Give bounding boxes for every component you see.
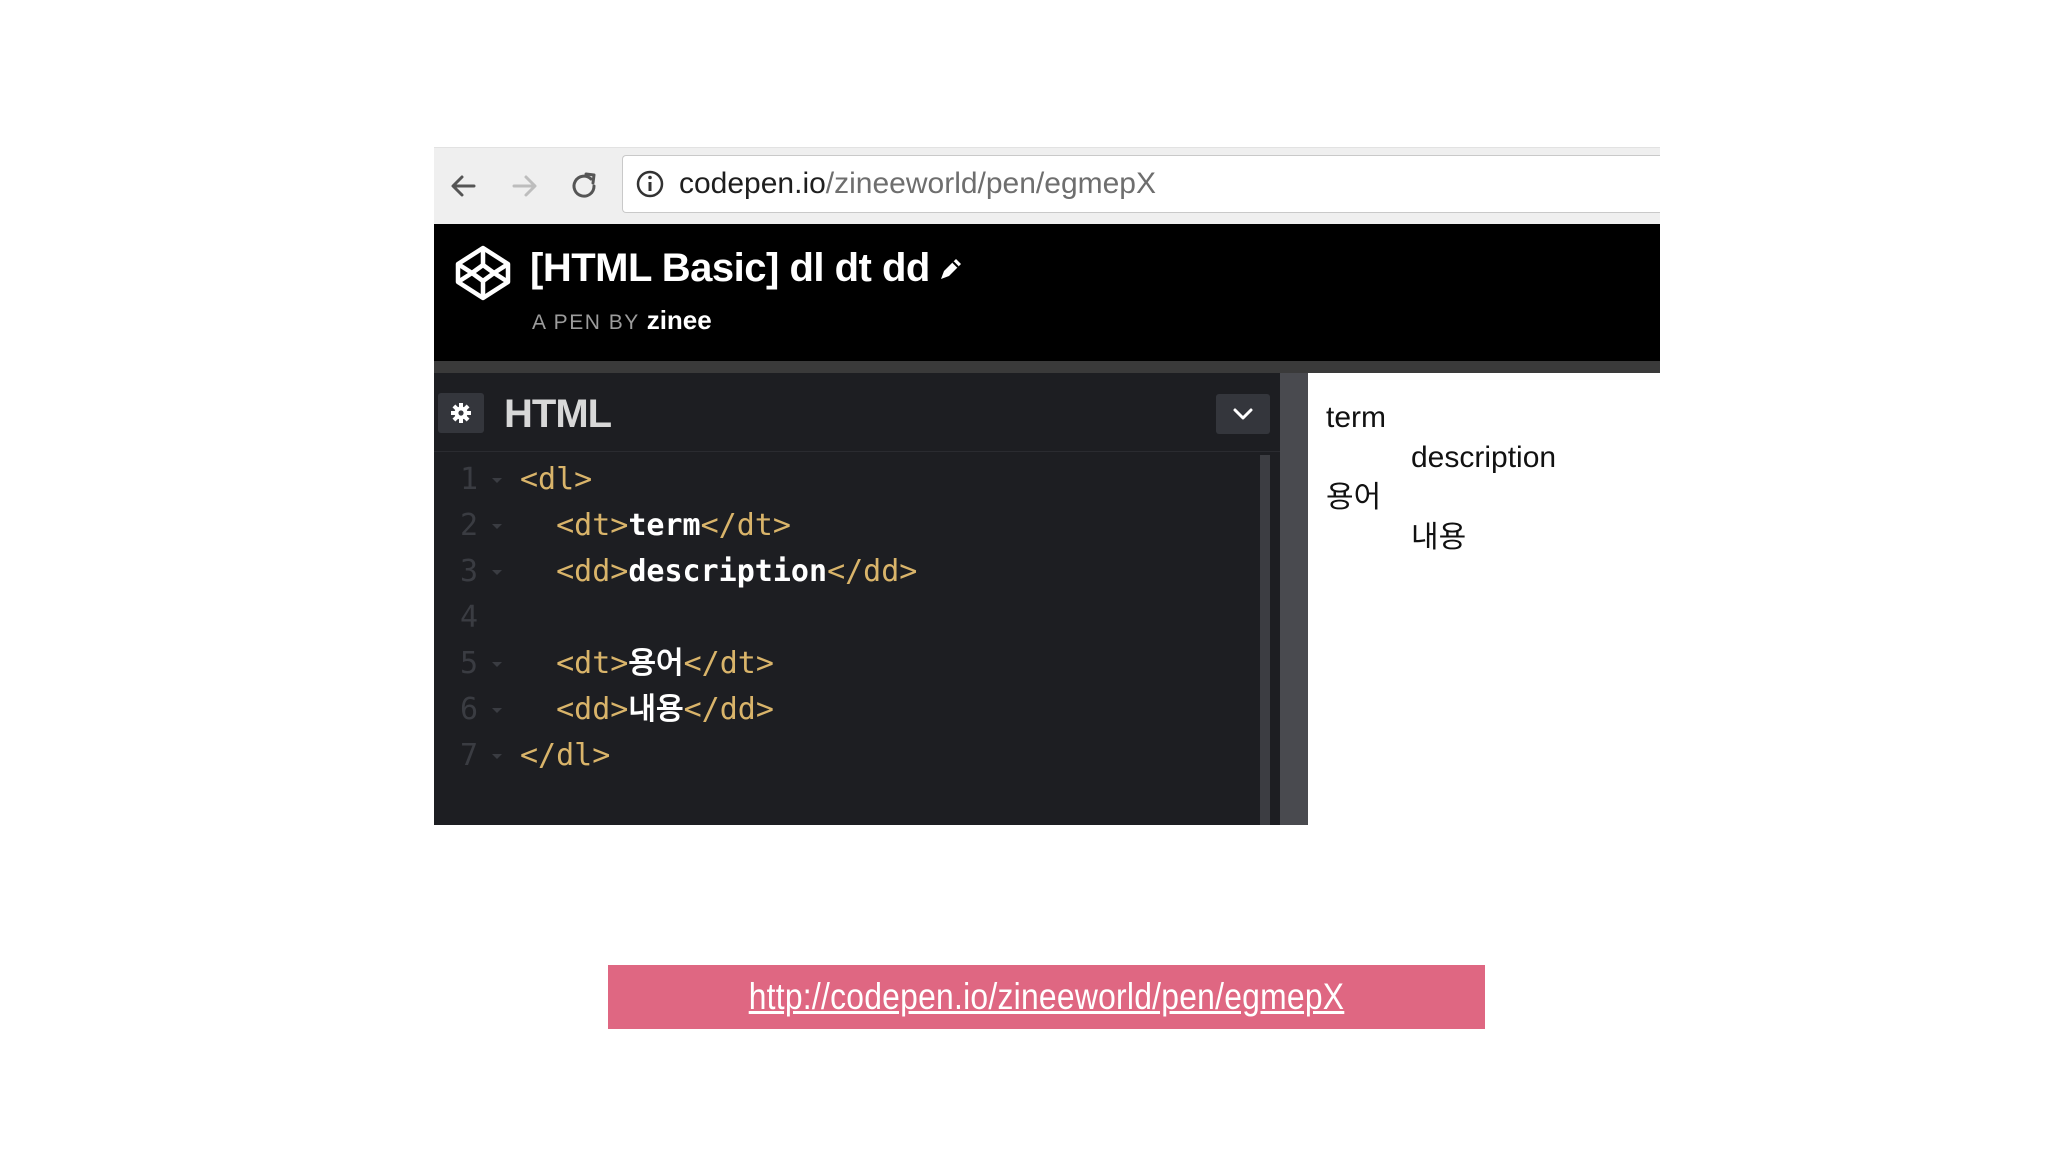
code-tag: <dt> bbox=[556, 508, 629, 543]
fold-arrow-icon[interactable] bbox=[490, 522, 504, 532]
reload-icon[interactable] bbox=[564, 166, 604, 206]
code-line[interactable]: 5 <dt>용어</dt> bbox=[434, 641, 1264, 687]
code-line[interactable]: 4 bbox=[434, 595, 1264, 641]
code-content: <dd>description</dd> bbox=[520, 549, 917, 595]
code-area[interactable]: 1 <dl> 2 <dt>term</dt> 3 <dd>description</d… bbox=[434, 457, 1264, 825]
code-content: </dl> bbox=[520, 733, 610, 779]
pen-url-link[interactable]: http://codepen.io/zineeworld/pen/egmepX bbox=[669, 976, 1423, 1018]
editor-title: HTML bbox=[504, 392, 612, 436]
line-number: 7 bbox=[460, 738, 479, 773]
code-tag: <dt> bbox=[556, 646, 629, 681]
code-tag: </dd> bbox=[683, 692, 774, 727]
code-content: <dt>용어</dt> bbox=[520, 641, 774, 687]
code-tag: </dd> bbox=[827, 554, 918, 589]
url-path: /zineeworld/pen/egmepX bbox=[825, 167, 1157, 200]
code-text: term bbox=[628, 508, 701, 543]
info-icon[interactable] bbox=[635, 169, 665, 204]
pen-author-link[interactable]: zinee bbox=[647, 305, 712, 335]
pen-title[interactable]: [HTML Basic] dl dt dd bbox=[530, 244, 930, 292]
line-number: 5 bbox=[460, 646, 479, 681]
url-domain: codepen.io bbox=[679, 167, 826, 200]
code-line[interactable]: 1 <dl> bbox=[434, 457, 1264, 503]
url-text: codepen.io/zineeworld/pen/egmepX bbox=[679, 168, 1156, 200]
code-content: <dt>term</dt> bbox=[520, 503, 791, 549]
preview-term: 용어 bbox=[1326, 481, 1382, 514]
code-content: <dd>내용</dd> bbox=[520, 687, 774, 733]
editor-header: HTML bbox=[434, 373, 1280, 452]
editor-scrollbar[interactable] bbox=[1260, 455, 1270, 825]
fold-arrow-icon[interactable] bbox=[490, 706, 504, 716]
code-tag: <dl> bbox=[520, 462, 593, 497]
line-number: 3 bbox=[460, 554, 479, 589]
fold-arrow-icon[interactable] bbox=[490, 476, 504, 486]
line-number: 2 bbox=[460, 508, 479, 543]
code-tag: </dt> bbox=[700, 508, 791, 543]
chevron-down-icon bbox=[1233, 408, 1253, 420]
panel-resize-gutter[interactable] bbox=[1280, 373, 1308, 825]
line-number: 4 bbox=[460, 600, 479, 635]
forward-arrow-icon[interactable] bbox=[504, 166, 544, 206]
fold-arrow-icon[interactable] bbox=[490, 660, 504, 670]
preview-description: description bbox=[1411, 441, 1557, 474]
editor-collapse-button[interactable] bbox=[1216, 394, 1270, 434]
fold-arrow-icon[interactable] bbox=[490, 752, 504, 762]
codepen-logo-icon[interactable] bbox=[454, 244, 512, 307]
code-line[interactable]: 6 <dd>내용</dd> bbox=[434, 687, 1264, 733]
link-banner: http://codepen.io/zineeworld/pen/egmepX bbox=[608, 965, 1485, 1029]
byline-label: A PEN BY bbox=[532, 311, 640, 334]
back-arrow-icon[interactable] bbox=[444, 166, 484, 206]
preview-description: 내용 bbox=[1411, 521, 1467, 554]
code-tag: <dd> bbox=[556, 692, 629, 727]
code-content: <dl> bbox=[520, 457, 592, 503]
code-line[interactable]: 3 <dd>description</dd> bbox=[434, 549, 1264, 595]
code-line[interactable]: 7 </dl> bbox=[434, 733, 1264, 779]
html-editor: HTML 1 <dl> 2 <dt>term</dt> 3 <dd>descripti… bbox=[434, 373, 1280, 825]
code-text: 내용 bbox=[628, 692, 684, 727]
code-text: description bbox=[628, 554, 828, 589]
preview-term: term bbox=[1326, 401, 1386, 434]
address-bar[interactable]: codepen.io/zineeworld/pen/egmepX bbox=[622, 155, 1660, 213]
preview-pane: term description 용어내용 bbox=[1308, 373, 1660, 825]
code-line[interactable]: 2 <dt>term</dt> bbox=[434, 503, 1264, 549]
browser-toolbar: codepen.io/zineeworld/pen/egmepX bbox=[434, 147, 1660, 225]
pen-byline: A PEN BY zinee bbox=[532, 307, 712, 336]
code-text: 용어 bbox=[628, 646, 684, 681]
code-tag: <dd> bbox=[556, 554, 629, 589]
editor-settings-button[interactable] bbox=[438, 393, 484, 433]
line-number: 1 bbox=[460, 462, 479, 497]
header-divider bbox=[434, 361, 1660, 373]
gear-icon bbox=[451, 403, 471, 423]
pen-header: [HTML Basic] dl dt dd A PEN BY zinee bbox=[434, 224, 1660, 361]
line-number: 6 bbox=[460, 692, 479, 727]
code-tag: </dt> bbox=[683, 646, 774, 681]
code-tag: </dl> bbox=[520, 738, 611, 773]
fold-arrow-icon[interactable] bbox=[490, 568, 504, 578]
pencil-icon[interactable] bbox=[936, 254, 966, 289]
